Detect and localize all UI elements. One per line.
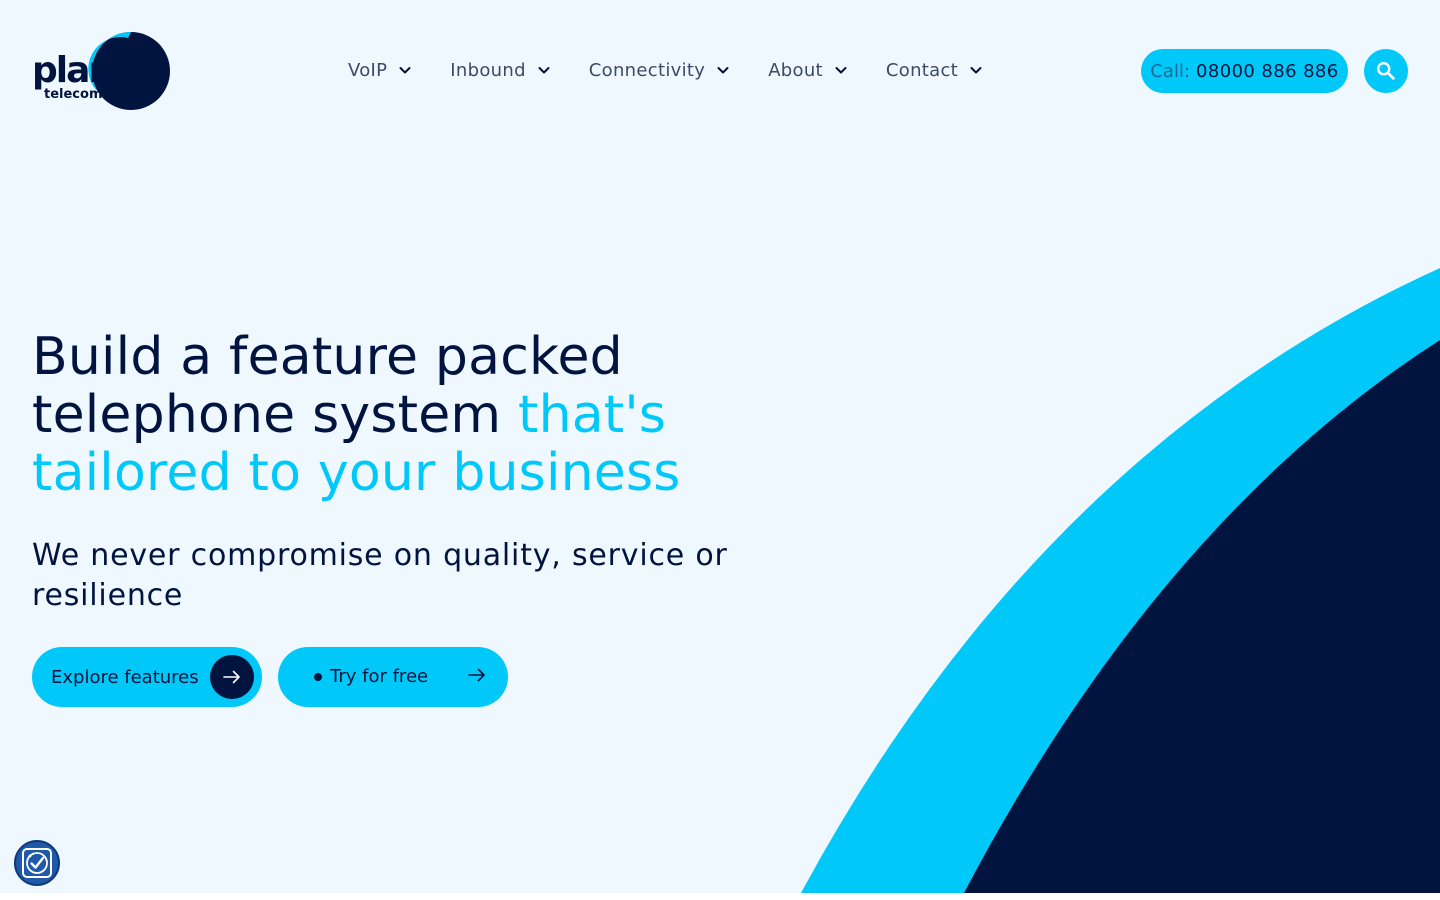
page: planet telecom VoIP Inbound Connectivity… (0, 0, 1440, 900)
chevron-down-icon (717, 67, 729, 74)
hero-subtitle: We never compromise on quality, service … (32, 538, 728, 613)
arrow-right-icon (468, 668, 485, 682)
nav-item-label: VoIP (348, 59, 388, 81)
planet-telecom-logo[interactable]: planet telecom (32, 32, 172, 112)
chevron-down-icon (835, 67, 847, 74)
main-nav: VoIP Inbound Connectivity About Contact (348, 50, 1021, 90)
explore-features-button[interactable]: Explore features (32, 647, 262, 707)
accessibility-icon (22, 848, 52, 878)
nav-item-about[interactable]: About (768, 60, 850, 81)
search-button[interactable] (1364, 49, 1408, 93)
bullet-dot-icon (314, 673, 322, 681)
search-icon (1377, 62, 1395, 80)
nav-item-label: Contact (885, 59, 959, 81)
nav-item-label: About (768, 59, 823, 81)
call-button[interactable]: Call: 08000 886 886 (1141, 49, 1348, 93)
nav-item-voip[interactable]: VoIP (348, 60, 414, 81)
nav-item-contact[interactable]: Contact (886, 60, 985, 81)
try-for-free-label: Try for free (330, 666, 429, 687)
chevron-down-icon (538, 67, 550, 74)
chevron-down-icon (970, 67, 982, 74)
nav-item-connectivity[interactable]: Connectivity (589, 60, 732, 81)
nav-item-inbound[interactable]: Inbound (450, 60, 553, 81)
explore-features-label: Explore features (51, 666, 199, 688)
arrow-right-icon (210, 655, 254, 699)
logo-wordmark: planet (32, 50, 151, 91)
call-prefix: Call: (1150, 60, 1191, 82)
try-for-free-button[interactable]: Try for free (278, 647, 508, 707)
accessibility-widget-button[interactable] (14, 840, 60, 886)
chevron-down-icon (399, 67, 411, 74)
call-number: 08000 886 886 (1196, 60, 1339, 82)
hero-title: Build a feature packed telephone system … (32, 328, 792, 502)
logo-subtext: telecom (44, 87, 103, 102)
bottom-strip (0, 893, 1440, 900)
nav-item-label: Inbound (450, 59, 526, 81)
nav-item-label: Connectivity (588, 59, 706, 81)
